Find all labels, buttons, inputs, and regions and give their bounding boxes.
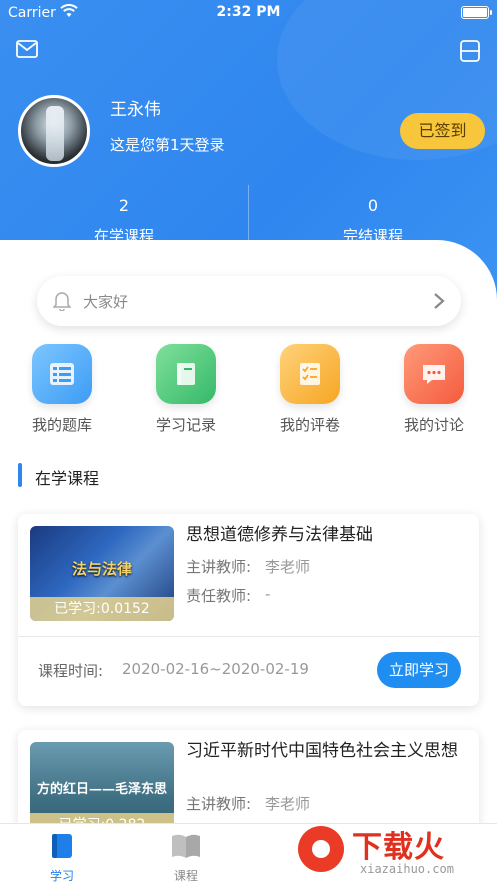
status-time: 2:32 PM <box>216 4 281 20</box>
quick-study-record[interactable]: 学习记录 <box>124 344 248 435</box>
quick-label: 我的评卷 <box>279 416 340 434</box>
stat-studying-label: 在学课程 <box>93 227 154 245</box>
course-card[interactable]: 法与法律 已学习:0.0152 思想道德修养与法律基础 主讲教师: 李老师 责任… <box>18 514 479 706</box>
quick-label: 我的讨论 <box>403 416 464 434</box>
user-name: 王永伟 <box>110 100 161 120</box>
scan-icon[interactable] <box>459 40 481 66</box>
tab-study[interactable]: 学习 <box>0 832 124 883</box>
course-progress: 已学习:0.0152 <box>30 597 174 621</box>
notice-bar[interactable]: 大家好 <box>37 276 461 326</box>
lecturer-label: 主讲教师: <box>186 558 252 576</box>
tab-label: 课程 <box>173 869 198 883</box>
stat-finished-label: 完结课程 <box>342 227 403 245</box>
section-accent-bar <box>18 463 22 487</box>
watermark-logo: 下载火 xiazaihuo.com <box>290 818 497 883</box>
course-title: 思想道德修养与法律基础 <box>186 525 373 545</box>
lecturer-value: 李老师 <box>265 795 311 813</box>
owner-label: 责任教师: <box>186 587 252 605</box>
lecturer-label: 主讲教师: <box>186 795 252 813</box>
battery-icon <box>461 6 492 19</box>
quick-question-bank[interactable]: 我的题库 <box>0 344 124 435</box>
thumbnail-title: 法与法律 <box>71 560 132 578</box>
course-thumbnail: 法与法律 已学习:0.0152 <box>30 526 174 621</box>
section-title: 在学课程 <box>35 469 100 488</box>
stat-studying-value: 2 <box>118 196 130 215</box>
lecturer-value: 李老师 <box>265 558 311 576</box>
quick-label: 我的题库 <box>31 416 92 434</box>
stat-finished-value: 0 <box>367 196 379 215</box>
chevron-right-icon <box>433 292 445 314</box>
stat-finished[interactable]: 0 完结课程 <box>249 196 497 246</box>
watermark-url: xiazaihuo.com <box>360 862 454 876</box>
book-icon <box>156 344 216 404</box>
chat-icon <box>404 344 464 404</box>
quick-label: 学习记录 <box>155 416 216 434</box>
checklist-icon <box>280 344 340 404</box>
quick-my-grading[interactable]: 我的评卷 <box>248 344 372 435</box>
flame-logo-icon <box>298 826 344 872</box>
notice-text: 大家好 <box>83 293 129 311</box>
stat-studying[interactable]: 2 在学课程 <box>0 196 248 246</box>
tab-label: 学习 <box>49 869 74 883</box>
status-bar: Carrier 2:32 PM <box>0 0 497 26</box>
mail-icon[interactable] <box>16 40 38 62</box>
question-bank-icon <box>32 344 92 404</box>
card-divider <box>18 636 479 637</box>
watermark-text: 下载火 <box>352 830 445 865</box>
course-time-label: 课程时间: <box>38 662 104 680</box>
study-book-icon <box>52 834 72 858</box>
bell-icon <box>52 291 72 315</box>
course-time-value: 2020-02-16~2020-02-19 <box>122 660 309 678</box>
avatar[interactable] <box>18 95 90 167</box>
open-book-icon <box>172 834 200 858</box>
course-title: 习近平新时代中国特色社会主义思想 <box>186 741 458 761</box>
quick-my-discussion[interactable]: 我的讨论 <box>372 344 496 435</box>
thumbnail-title: 方的红日——毛泽东思 <box>36 782 167 797</box>
study-now-button[interactable]: 立即学习 <box>377 652 461 688</box>
signed-in-button[interactable]: 已签到 <box>400 113 485 149</box>
owner-value: - <box>265 585 271 603</box>
login-note: 这是您第1天登录 <box>110 136 225 154</box>
tab-courses[interactable]: 课程 <box>124 832 248 883</box>
